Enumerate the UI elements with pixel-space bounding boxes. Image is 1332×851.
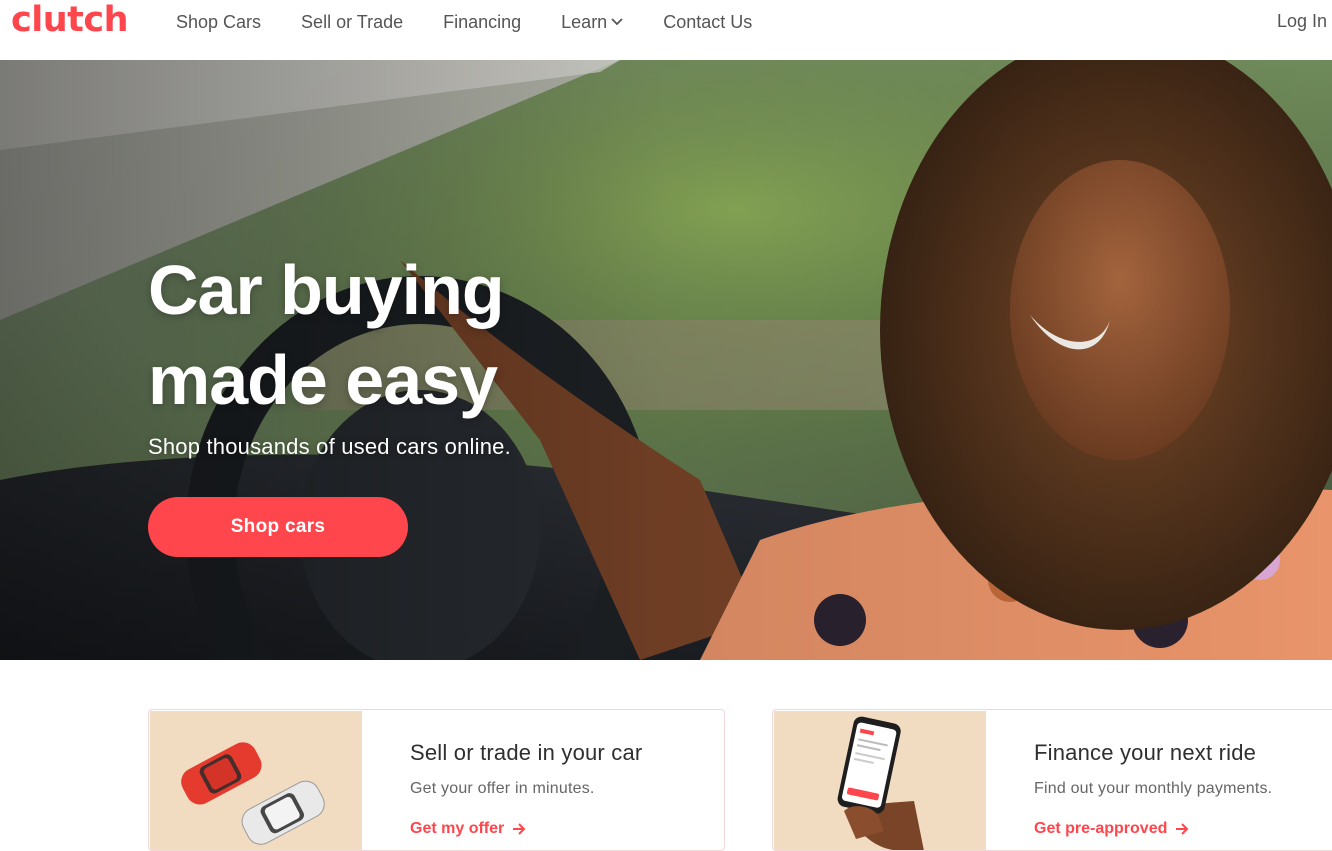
- cars-top-view-icon: [150, 711, 362, 850]
- arrow-right-icon: [1175, 823, 1189, 835]
- nav-shop-cars[interactable]: Shop Cars: [176, 0, 261, 44]
- finance-title: Finance your next ride: [1034, 740, 1257, 765]
- get-pre-approved-label: Get pre-approved: [1034, 820, 1168, 837]
- sell-or-trade-description: Get your offer in minutes.: [410, 780, 595, 797]
- hero-subtitle: Shop thousands of used cars online.: [148, 434, 511, 459]
- sell-or-trade-title: Sell or trade in your car: [410, 740, 643, 765]
- nav-sell-or-trade[interactable]: Sell or Trade: [301, 0, 403, 44]
- finance-card[interactable]: Finance your next ride Find out your mon…: [772, 709, 1332, 851]
- main-nav: Shop Cars Sell or Trade Financing Learn …: [176, 0, 792, 44]
- hero-banner: Car buying made easy Shop thousands of u…: [0, 60, 1332, 660]
- chevron-down-icon: [611, 18, 623, 26]
- nav-contact-us[interactable]: Contact Us: [663, 0, 752, 44]
- hero-title: Car buying made easy: [148, 245, 708, 425]
- shop-cars-button[interactable]: Shop cars: [148, 497, 408, 557]
- get-pre-approved-link[interactable]: Get pre-approved: [1034, 820, 1189, 838]
- nav-sell-or-trade-label: Sell or Trade: [301, 12, 404, 32]
- nav-contact-us-label: Contact Us: [663, 12, 753, 32]
- arrow-right-icon: [512, 823, 526, 835]
- nav-learn[interactable]: Learn: [561, 0, 623, 44]
- get-my-offer-label: Get my offer: [410, 820, 505, 837]
- nav-financing-label: Financing: [443, 12, 522, 32]
- phone-in-hand-icon: [774, 711, 986, 850]
- finance-description: Find out your monthly payments.: [1034, 780, 1273, 797]
- nav-financing[interactable]: Financing: [443, 0, 521, 44]
- login-link[interactable]: Log In: [1277, 0, 1327, 42]
- nav-shop-cars-label: Shop Cars: [176, 12, 262, 32]
- hero-title-line-1: Car buying: [148, 251, 505, 329]
- get-my-offer-link[interactable]: Get my offer: [410, 820, 526, 838]
- nav-learn-label: Learn: [561, 12, 608, 32]
- site-header: clutch Shop Cars Sell or Trade Financing…: [0, 0, 1332, 60]
- sell-or-trade-card[interactable]: Sell or trade in your car Get your offer…: [148, 709, 725, 851]
- hero-title-line-2: made easy: [148, 341, 498, 419]
- clutch-logo[interactable]: clutch: [11, 0, 129, 44]
